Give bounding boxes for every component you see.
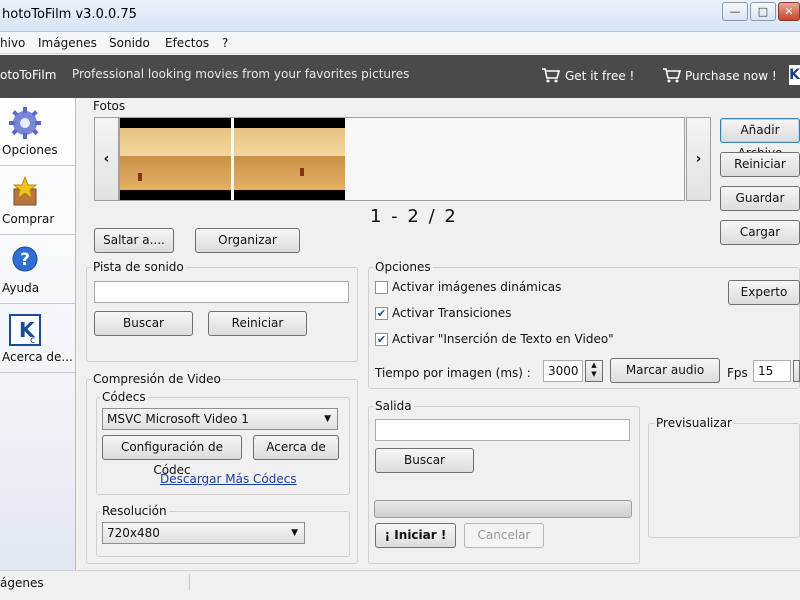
kc-logo[interactable]: K — [789, 65, 800, 85]
cart-icon — [542, 68, 561, 83]
sidebar-item-opciones[interactable]: Opciones — [0, 98, 75, 166]
experto-button[interactable]: Experto — [728, 280, 800, 305]
maximize-button[interactable]: □ — [750, 2, 776, 21]
menu-sonido[interactable]: Sonido — [109, 36, 150, 50]
gear-icon — [9, 107, 41, 139]
saltar-button[interactable]: Saltar a.... — [94, 228, 174, 253]
dynamic-images-checkbox[interactable] — [375, 281, 388, 294]
transitions-label: Activar Transiciones — [392, 306, 512, 320]
minimize-icon: — — [729, 5, 741, 18]
sidebar-item-label: Comprar — [2, 212, 55, 226]
sidebar-item-ayuda[interactable]: ? Ayuda — [0, 236, 75, 304]
chevron-left-icon: ‹ — [103, 151, 110, 167]
prev-photos-button[interactable]: ‹ — [94, 117, 119, 201]
preview-group — [648, 423, 800, 538]
output-path-field[interactable] — [375, 419, 630, 441]
fps-field[interactable]: 15 — [753, 360, 791, 382]
photo-strip[interactable] — [119, 117, 685, 201]
next-photos-button[interactable]: › — [686, 117, 711, 201]
anadir-archivo-button[interactable]: Añadir Archivo — [720, 118, 800, 160]
star-box-icon — [12, 175, 38, 206]
sound-reiniciar-button[interactable]: Reiniciar — [208, 311, 307, 336]
resolution-select[interactable]: 720x480 ▼ — [102, 522, 305, 544]
text-insertion-label: Activar "Inserción de Texto en Video" — [392, 332, 614, 346]
sound-path-field[interactable] — [94, 281, 349, 303]
download-codecs-link[interactable]: Descargar Más Códecs — [160, 472, 297, 486]
organizar-button[interactable]: Organizar — [195, 228, 300, 253]
resolution-label: Resolución — [100, 504, 169, 518]
menu-archivo[interactable]: hivo — [0, 36, 25, 50]
resolution-selected-value: 720x480 — [107, 526, 160, 540]
close-button[interactable]: ✕ — [778, 2, 800, 21]
transitions-checkbox[interactable]: ✔ — [375, 307, 388, 320]
compression-group-label: Compresión de Video — [91, 372, 223, 386]
status-text: ágenes — [0, 576, 44, 590]
sidebar-item-comprar[interactable]: Comprar — [0, 167, 75, 235]
kc-logo-icon: K c — [9, 314, 41, 346]
codec-selected-value: MSVC Microsoft Video 1 — [107, 412, 249, 426]
options-group-label: Opciones — [373, 260, 433, 274]
iniciar-button[interactable]: ¡ Iniciar ! — [375, 523, 456, 548]
time-per-image-field[interactable]: 3000 — [543, 360, 583, 382]
output-buscar-button[interactable]: Buscar — [375, 448, 474, 473]
menu-imagenes[interactable]: Imágenes — [38, 36, 97, 50]
output-group-label: Salida — [373, 399, 414, 413]
purchase-now-link[interactable]: Purchase now ! — [685, 69, 777, 83]
title-bar[interactable]: hotoToFilm v3.0.0.75 — □ ✕ — [0, 0, 800, 32]
download-codecs-link-text[interactable]: Descargar Más Códecs — [160, 472, 297, 486]
promo-banner: otoToFilm Professional looking movies fr… — [0, 55, 800, 98]
photo-pager: 1 - 2 / 2 — [370, 206, 458, 227]
reiniciar-fotos-button[interactable]: Reiniciar — [720, 152, 800, 177]
codecs-label: Códecs — [100, 390, 148, 404]
text-insertion-checkbox[interactable]: ✔ — [375, 333, 388, 346]
time-per-image-label: Tiempo por imagen (ms) : — [375, 366, 531, 380]
dynamic-images-label: Activar imágenes dinámicas — [392, 280, 562, 294]
brand-name: otoToFilm — [0, 68, 57, 82]
status-bar: ágenes — [0, 570, 800, 600]
codec-config-button[interactable]: Configuración de Códec — [102, 435, 242, 477]
sound-group-label: Pista de sonido — [91, 260, 186, 274]
cancelar-button: Cancelar — [464, 523, 544, 548]
close-icon: ✕ — [784, 5, 794, 18]
fotos-label: Fotos — [91, 99, 128, 113]
menu-help[interactable]: ? — [222, 36, 228, 50]
dropdown-arrow-icon: ▼ — [324, 414, 331, 424]
sidebar-item-label: Opciones — [2, 143, 58, 157]
preview-label: Previsualizar — [654, 416, 734, 430]
menu-bar: hivo Imágenes Sonido Efectos ? — [0, 32, 800, 54]
status-separator — [189, 574, 190, 590]
sidebar: Opciones Comprar ? Ayuda K c Acerca de..… — [0, 98, 76, 570]
svg-text:c: c — [30, 335, 36, 346]
maximize-icon: □ — [757, 5, 769, 18]
cargar-button[interactable]: Cargar — [720, 220, 800, 245]
photo-thumbnail[interactable] — [234, 118, 345, 200]
menu-efectos[interactable]: Efectos — [165, 36, 209, 50]
chevron-right-icon: › — [695, 151, 702, 167]
codec-about-button[interactable]: Acerca de — [253, 435, 339, 460]
fps-spinner[interactable] — [793, 360, 800, 382]
sound-buscar-button[interactable]: Buscar — [94, 311, 193, 336]
help-icon: ? — [12, 246, 38, 272]
cart-icon — [663, 68, 682, 83]
minimize-button[interactable]: — — [722, 2, 748, 21]
sidebar-item-label: Ayuda — [2, 281, 40, 295]
render-progress-bar — [374, 500, 632, 518]
guardar-button[interactable]: Guardar — [720, 186, 800, 211]
sidebar-item-label: Acerca de... — [2, 350, 73, 364]
time-spinner[interactable]: ▲ ▼ — [585, 360, 603, 382]
get-it-free-link[interactable]: Get it free ! — [565, 69, 634, 83]
window-title: hotoToFilm v3.0.0.75 — [2, 7, 137, 22]
fps-label: Fps : — [727, 366, 756, 380]
svg-text:?: ? — [20, 250, 30, 270]
marcar-audio-button[interactable]: Marcar audio — [610, 358, 720, 383]
tagline: Professional looking movies from your fa… — [72, 67, 410, 81]
photo-thumbnail[interactable] — [120, 118, 231, 200]
codec-select[interactable]: MSVC Microsoft Video 1 ▼ — [102, 408, 338, 430]
dropdown-arrow-icon: ▼ — [291, 528, 298, 538]
sidebar-item-acerca[interactable]: K c Acerca de... — [0, 305, 75, 373]
